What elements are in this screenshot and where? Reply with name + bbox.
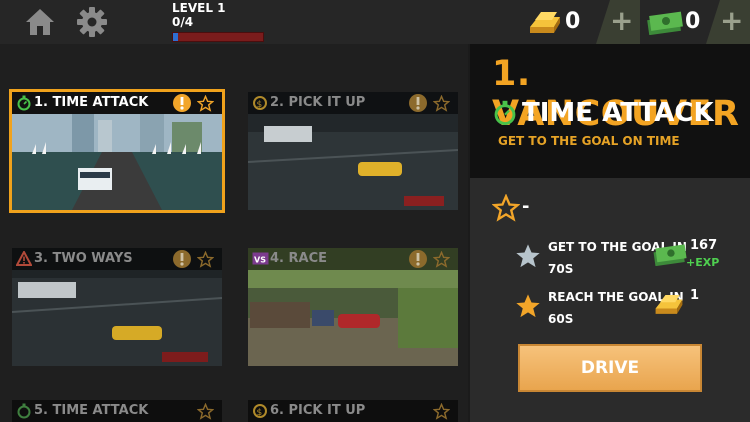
level-progress-bar	[172, 32, 264, 42]
mission-title: 6. PICK IT UP	[270, 403, 366, 418]
pickup-icon: $	[253, 404, 267, 418]
gear-icon[interactable]	[76, 6, 108, 38]
svg-text:$: $	[257, 408, 263, 418]
mission-card-6[interactable]: $ 6. PICK IT UP	[248, 400, 458, 422]
alert-icon	[409, 250, 427, 268]
star-silver-icon	[516, 244, 540, 268]
mission-title: 2. PICK IT UP	[270, 95, 366, 110]
mission-detail-body: - GET TO THE GOAL IN 70S 167 +EXP REACH …	[470, 178, 750, 422]
stopwatch-icon	[494, 100, 516, 126]
star-outline-icon	[433, 251, 450, 268]
mission-grid: 1. TIME ATTACK $ 2. PICK IT UP 3. TWO WA…	[0, 44, 468, 422]
level-info: LEVEL 1 0/4	[172, 1, 272, 42]
gold-bar-icon	[530, 12, 560, 33]
cash-icon	[647, 11, 683, 35]
cash-counter: 0	[640, 0, 710, 44]
mission-title: 5. TIME ATTACK	[34, 403, 149, 418]
level-title: LEVEL 1	[172, 1, 226, 15]
add-cash-button[interactable]: +	[706, 0, 750, 44]
mission-detail-header: 1. VANCOUVER TIME ATTACK GET TO THE GOAL…	[470, 44, 750, 178]
reward-exp: +EXP	[686, 256, 720, 269]
pickup-icon: $	[253, 96, 267, 110]
stopwatch-icon	[17, 95, 31, 111]
star-outline-icon	[433, 95, 450, 112]
star-outline-icon	[197, 403, 214, 420]
warning-icon	[16, 251, 32, 266]
plus-icon: +	[610, 4, 634, 37]
objective-1: GET TO THE GOAL IN 70S 167 +EXP	[514, 236, 744, 280]
mission-card-header: 3. TWO WAYS	[12, 248, 222, 270]
mission-title: 1. TIME ATTACK	[34, 95, 149, 110]
top-bar: LEVEL 1 0/4 0 + 0 +	[0, 0, 750, 44]
mode-row: TIME ATTACK	[492, 98, 714, 130]
mission-card-header: VS 4. RACE	[248, 248, 458, 270]
drive-button-label: DRIVE	[580, 358, 640, 378]
mission-title: 3. TWO WAYS	[34, 251, 133, 266]
reward-value: 1	[690, 288, 700, 303]
alert-icon	[173, 250, 191, 268]
mission-card-header: 1. TIME ATTACK	[12, 92, 222, 114]
best-result-value: -	[522, 196, 530, 217]
level-progress-text: 0/4	[172, 15, 194, 29]
home-icon[interactable]	[24, 6, 56, 38]
mode-title: TIME ATTACK	[522, 98, 714, 128]
mission-card-3[interactable]: 3. TWO WAYS	[12, 248, 222, 366]
mission-card-header: 5. TIME ATTACK	[12, 400, 222, 422]
alert-icon	[173, 94, 191, 112]
mission-card-header: $ 6. PICK IT UP	[248, 400, 458, 422]
reward-value: 167	[690, 238, 718, 253]
vs-icon: VS	[252, 252, 269, 265]
star-outline-icon	[197, 95, 214, 112]
gold-bar-icon	[655, 295, 683, 314]
star-outline-icon	[433, 403, 450, 420]
star-gold-icon	[516, 294, 540, 318]
alert-icon	[409, 94, 427, 112]
objective-2: REACH THE GOAL IN 60S 1	[514, 286, 744, 330]
gold-value: 0	[565, 9, 581, 34]
drive-button[interactable]: DRIVE	[518, 344, 702, 392]
mission-title: 4. RACE	[270, 251, 328, 266]
add-gold-button[interactable]: +	[596, 0, 640, 44]
stopwatch-icon	[17, 403, 31, 419]
mode-description: GET TO THE GOAL ON TIME	[498, 134, 680, 148]
mission-card-5[interactable]: 5. TIME ATTACK	[12, 400, 222, 422]
cash-value: 0	[685, 9, 701, 34]
mission-card-header: $ 2. PICK IT UP	[248, 92, 458, 114]
star-outline-icon	[492, 194, 520, 222]
level-progress-fill	[173, 33, 179, 41]
star-outline-icon	[197, 251, 214, 268]
cash-icon	[653, 244, 687, 266]
svg-text:$: $	[257, 100, 263, 110]
gold-counter: 0	[520, 0, 600, 44]
plus-icon: +	[720, 4, 744, 37]
svg-text:VS: VS	[254, 256, 266, 265]
mission-card-2[interactable]: $ 2. PICK IT UP	[248, 92, 458, 210]
mission-card-4[interactable]: VS 4. RACE	[248, 248, 458, 366]
mission-card-1[interactable]: 1. TIME ATTACK	[9, 89, 225, 213]
